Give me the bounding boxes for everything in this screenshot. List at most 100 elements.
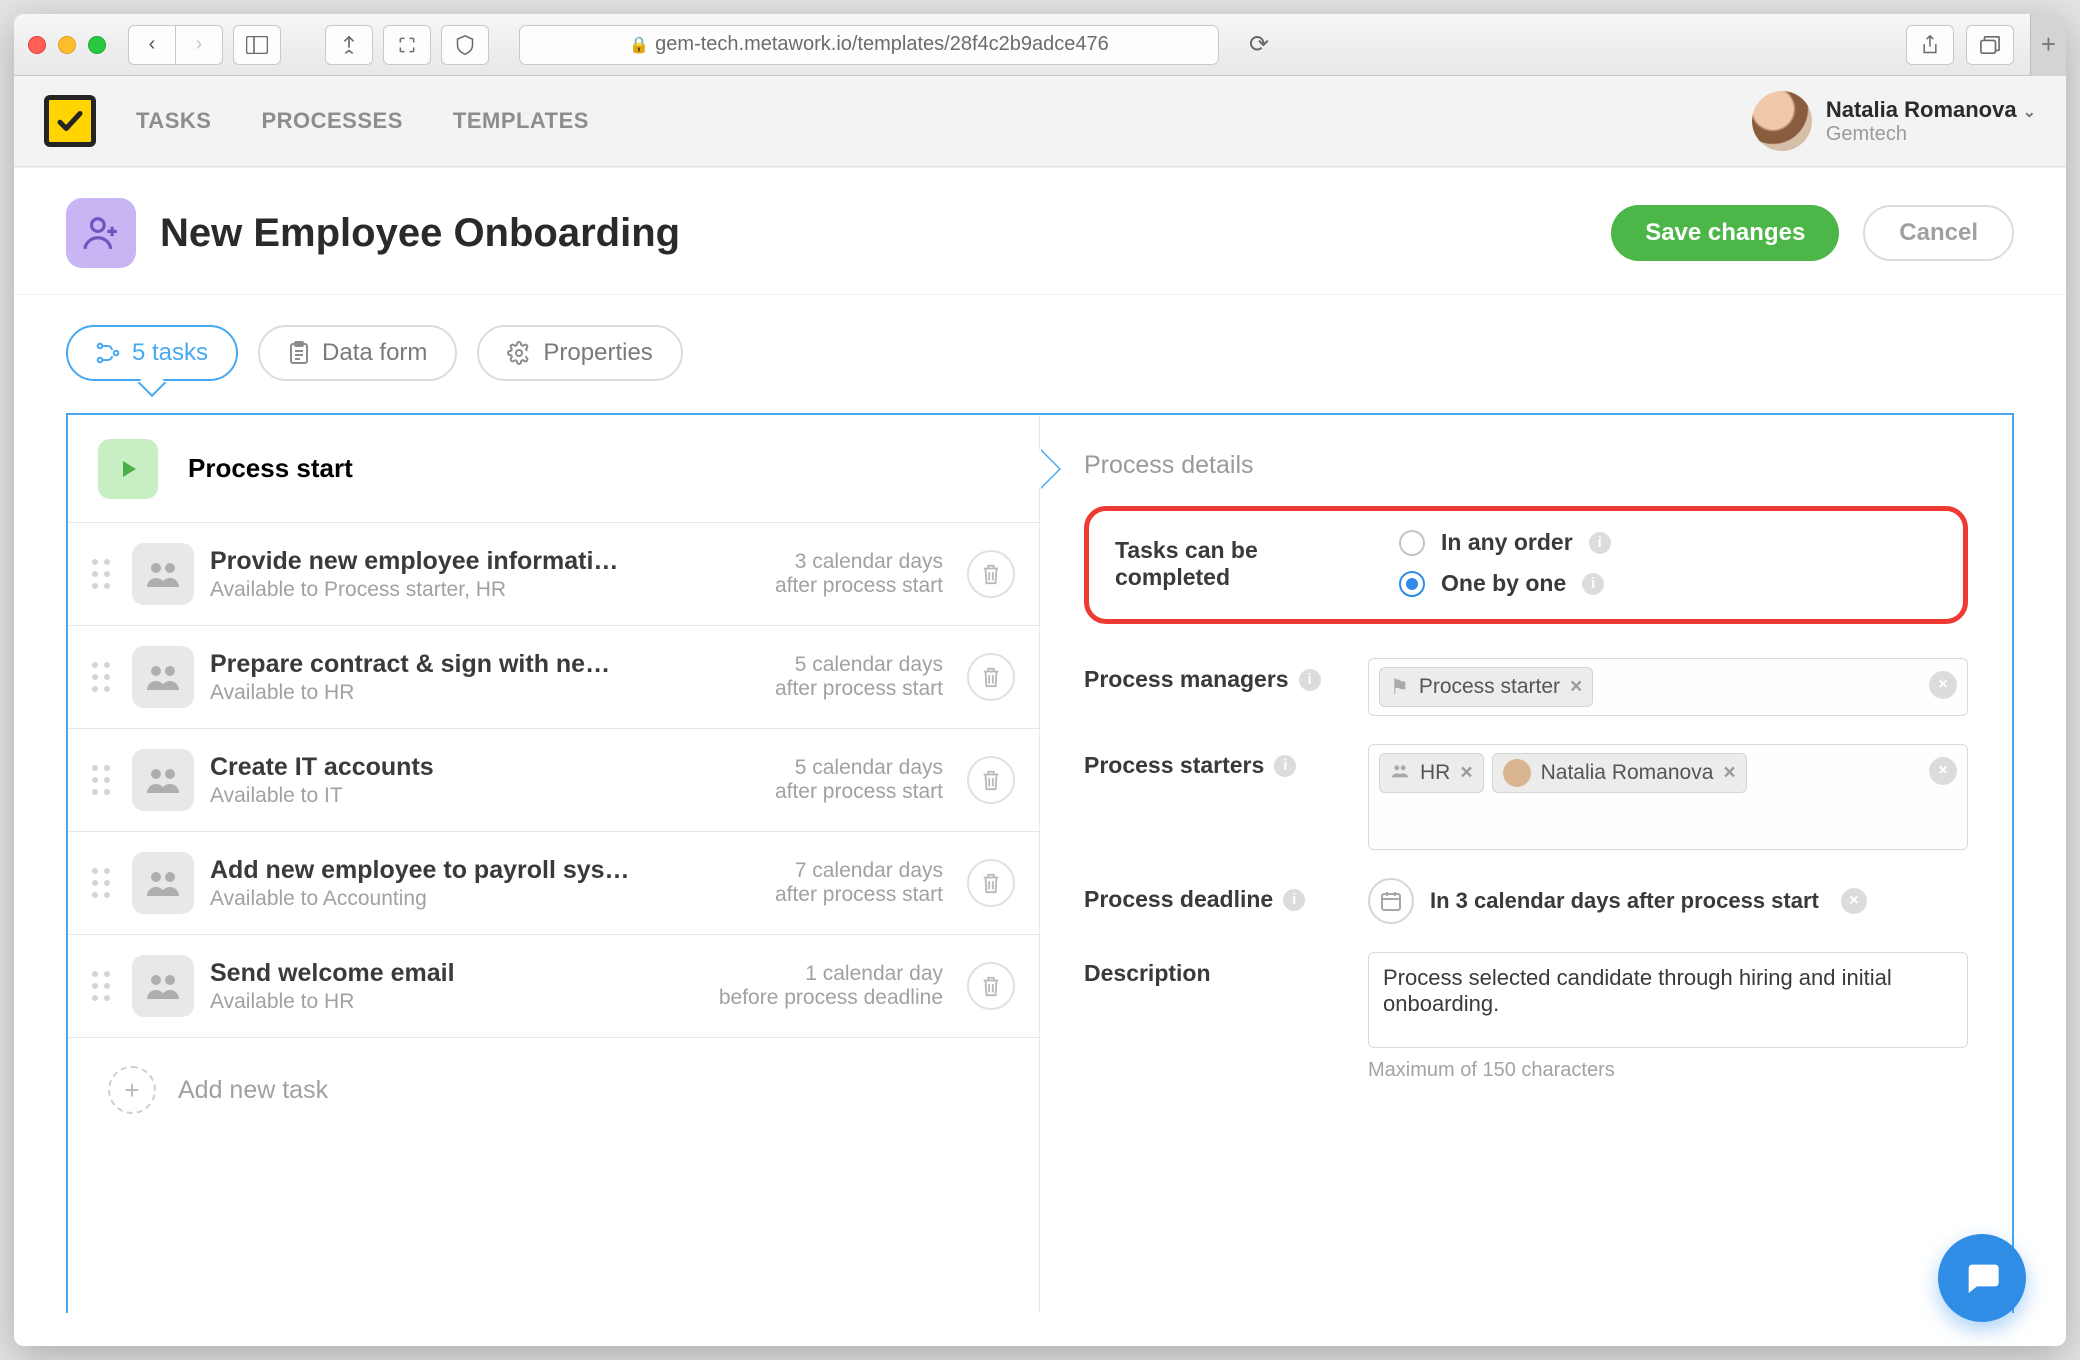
new-tab-button[interactable]: + xyxy=(2030,14,2066,76)
drag-handle-icon[interactable] xyxy=(92,662,110,692)
description-help: Maximum of 150 characters xyxy=(1368,1059,1968,1082)
delete-task-button[interactable] xyxy=(967,756,1015,804)
address-bar[interactable]: 🔒 gem-tech.metawork.io/templates/28f4c2b… xyxy=(519,25,1219,65)
info-icon[interactable]: i xyxy=(1589,532,1611,554)
remove-deadline-icon[interactable]: × xyxy=(1841,888,1867,914)
clipboard-icon xyxy=(288,341,310,365)
nav-templates[interactable]: TEMPLATES xyxy=(453,108,589,134)
info-icon[interactable]: i xyxy=(1283,889,1305,911)
window-minimize-icon[interactable] xyxy=(58,36,76,54)
cancel-button[interactable]: Cancel xyxy=(1863,205,2014,261)
task-title: Add new employee to payroll sys… xyxy=(210,856,759,885)
toolbar-icon-2[interactable] xyxy=(383,25,431,65)
toolbar-icon-3[interactable] xyxy=(441,25,489,65)
drag-handle-icon[interactable] xyxy=(92,971,110,1001)
share-button[interactable] xyxy=(1906,25,1954,65)
completion-callout: Tasks can be completed In any order i On… xyxy=(1084,506,1968,624)
process-start-row[interactable]: Process start xyxy=(68,415,1039,523)
task-subtitle: Available to Accounting xyxy=(210,887,759,911)
sidebar-button[interactable] xyxy=(233,25,281,65)
deadline-value: In 3 calendar days after process start xyxy=(1430,888,1819,914)
info-icon[interactable]: i xyxy=(1582,573,1604,595)
delete-task-button[interactable] xyxy=(967,653,1015,701)
task-row[interactable]: Send welcome email Available to HR 1 cal… xyxy=(68,935,1039,1038)
details-header: Process details xyxy=(1084,451,1968,480)
task-due: 5 calendar daysafter process start xyxy=(775,653,943,701)
remove-chip-icon[interactable]: × xyxy=(1570,675,1582,699)
delete-task-button[interactable] xyxy=(967,962,1015,1010)
toolbar-icon-1[interactable] xyxy=(325,25,373,65)
forward-button[interactable]: › xyxy=(175,25,223,65)
window-zoom-icon[interactable] xyxy=(88,36,106,54)
drag-handle-icon[interactable] xyxy=(92,559,110,589)
deadline-label: Process deadline xyxy=(1084,886,1273,913)
process-start-label: Process start xyxy=(188,453,353,484)
remove-chip-icon[interactable]: × xyxy=(1460,761,1472,785)
back-button[interactable]: ‹ xyxy=(128,25,176,65)
task-row[interactable]: Prepare contract & sign with ne… Availab… xyxy=(68,626,1039,729)
assignees-icon xyxy=(132,955,194,1017)
plus-icon: + xyxy=(108,1066,156,1114)
radio-any-label: In any order xyxy=(1441,529,1573,556)
user-org: Gemtech xyxy=(1826,123,2036,146)
nav-tasks[interactable]: TASKS xyxy=(136,108,211,134)
drag-handle-icon[interactable] xyxy=(92,868,110,898)
task-row[interactable]: Create IT accounts Available to IT 5 cal… xyxy=(68,729,1039,832)
task-subtitle: Available to Process starter, HR xyxy=(210,578,759,602)
save-button[interactable]: Save changes xyxy=(1611,205,1839,261)
reload-button[interactable]: ⟳ xyxy=(1235,25,1283,65)
radio-one-by-one[interactable]: One by one i xyxy=(1399,570,1611,597)
add-task-button[interactable]: + Add new task xyxy=(68,1038,1039,1142)
task-due: 3 calendar daysafter process start xyxy=(775,550,943,598)
info-icon[interactable]: i xyxy=(1274,755,1296,777)
tab-data-form-label: Data form xyxy=(322,339,427,367)
url-text: gem-tech.metawork.io/templates/28f4c2b9a… xyxy=(655,33,1109,56)
app-logo-icon[interactable] xyxy=(44,95,96,147)
chip-hr[interactable]: HR× xyxy=(1379,753,1484,793)
chevron-down-icon: ⌄ xyxy=(2023,104,2036,121)
tab-tasks-label: 5 tasks xyxy=(132,339,208,367)
gear-icon xyxy=(507,341,531,365)
task-subtitle: Available to IT xyxy=(210,784,759,808)
add-task-label: Add new task xyxy=(178,1076,328,1105)
chat-button[interactable] xyxy=(1938,1234,2026,1322)
chip-process-starter[interactable]: ⚑Process starter× xyxy=(1379,667,1593,707)
avatar-icon xyxy=(1752,91,1812,151)
tab-properties[interactable]: Properties xyxy=(477,325,682,381)
nav-processes[interactable]: PROCESSES xyxy=(261,108,402,134)
task-subtitle: Available to HR xyxy=(210,681,759,705)
radio-one-label: One by one xyxy=(1441,570,1566,597)
remove-chip-icon[interactable]: × xyxy=(1723,761,1735,785)
assignees-icon xyxy=(132,646,194,708)
starters-label: Process starters xyxy=(1084,752,1264,779)
assignees-icon xyxy=(132,543,194,605)
drag-handle-icon[interactable] xyxy=(92,765,110,795)
clear-icon[interactable]: × xyxy=(1929,757,1957,785)
chip-natalia[interactable]: Natalia Romanova× xyxy=(1492,753,1747,793)
delete-task-button[interactable] xyxy=(967,859,1015,907)
task-row[interactable]: Add new employee to payroll sys… Availab… xyxy=(68,832,1039,935)
play-icon xyxy=(98,439,158,499)
description-input[interactable] xyxy=(1368,952,1968,1048)
clear-icon[interactable]: × xyxy=(1929,671,1957,699)
info-icon[interactable]: i xyxy=(1299,669,1321,691)
user-menu[interactable]: Natalia Romanova⌄ Gemtech xyxy=(1752,91,2036,151)
managers-input[interactable]: ⚑Process starter× × xyxy=(1368,658,1968,716)
radio-any-order[interactable]: In any order i xyxy=(1399,529,1611,556)
tabs-button[interactable] xyxy=(1966,25,2014,65)
task-row[interactable]: Provide new employee informati… Availabl… xyxy=(68,523,1039,626)
task-title: Send welcome email xyxy=(210,959,703,988)
page-title: New Employee Onboarding xyxy=(160,211,1587,256)
window-close-icon[interactable] xyxy=(28,36,46,54)
assignees-icon xyxy=(132,749,194,811)
starters-input[interactable]: HR× Natalia Romanova× × xyxy=(1368,744,1968,850)
description-label: Description xyxy=(1084,952,1344,987)
calendar-icon[interactable] xyxy=(1368,878,1414,924)
delete-task-button[interactable] xyxy=(967,550,1015,598)
tab-properties-label: Properties xyxy=(543,339,652,367)
managers-label: Process managers xyxy=(1084,666,1289,693)
tab-data-form[interactable]: Data form xyxy=(258,325,457,381)
template-type-icon xyxy=(66,198,136,268)
tab-tasks[interactable]: 5 tasks xyxy=(66,325,238,381)
task-title: Create IT accounts xyxy=(210,753,759,782)
